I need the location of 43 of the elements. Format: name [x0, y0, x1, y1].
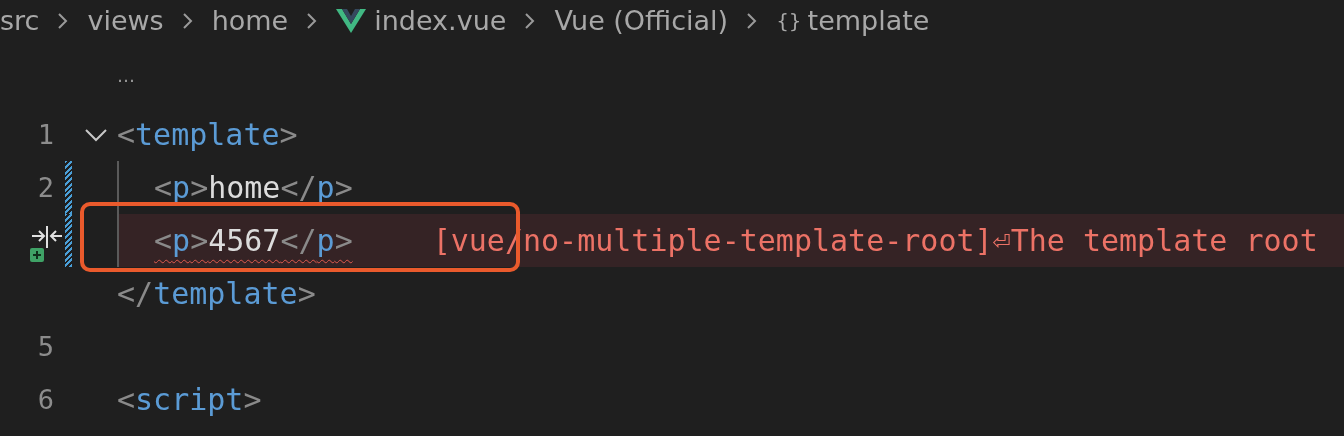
chevron-right-icon — [181, 12, 194, 30]
chevron-right-icon — [746, 12, 759, 30]
code-token: > — [243, 382, 262, 417]
line-number: 6 — [37, 384, 54, 415]
code-token: < — [154, 170, 173, 205]
breadcrumb-item[interactable]: views — [87, 3, 164, 39]
code-token: p — [316, 223, 335, 258]
code-token: > — [334, 223, 353, 258]
code-token: p — [172, 170, 191, 205]
code-token: </ — [280, 170, 317, 205]
plus-icon[interactable] — [30, 248, 44, 262]
code-token: > — [297, 276, 316, 311]
chevron-right-icon — [306, 12, 319, 30]
code-token: home — [208, 170, 281, 205]
code-token: p — [316, 170, 335, 205]
code-token: 4567 — [208, 223, 281, 258]
code-token: > — [190, 170, 209, 205]
breadcrumb-item[interactable]: home — [211, 3, 289, 39]
breadcrumb-item[interactable]: src — [0, 3, 40, 39]
breadcrumb-item[interactable]: index.vue — [374, 3, 507, 39]
breadcrumb-item[interactable]: template — [807, 3, 930, 39]
code-token: < — [117, 382, 136, 417]
braces-icon: {} — [776, 9, 802, 33]
code-token: > — [334, 170, 353, 205]
folded-lines-marker[interactable]: … — [117, 64, 135, 86]
code-token: template — [135, 117, 280, 152]
code-token: template — [153, 276, 298, 311]
code-token: </ — [117, 276, 154, 311]
code-token: < — [154, 223, 173, 258]
code-token: > — [279, 117, 298, 152]
code-token: </ — [280, 223, 317, 258]
breadcrumb-item[interactable]: Vue (Official) — [554, 3, 729, 39]
code-token: p — [172, 223, 191, 258]
code-token: > — [190, 223, 209, 258]
vue-logo-icon — [336, 9, 367, 33]
line-number: 2 — [37, 172, 54, 203]
code-token: script — [135, 382, 244, 417]
fold-chevron-icon[interactable] — [83, 127, 108, 142]
chevron-right-icon — [524, 12, 537, 30]
code-token: < — [117, 117, 136, 152]
line-number: 5 — [37, 331, 54, 362]
chevron-right-icon — [57, 12, 70, 30]
line-number: 1 — [37, 119, 54, 150]
